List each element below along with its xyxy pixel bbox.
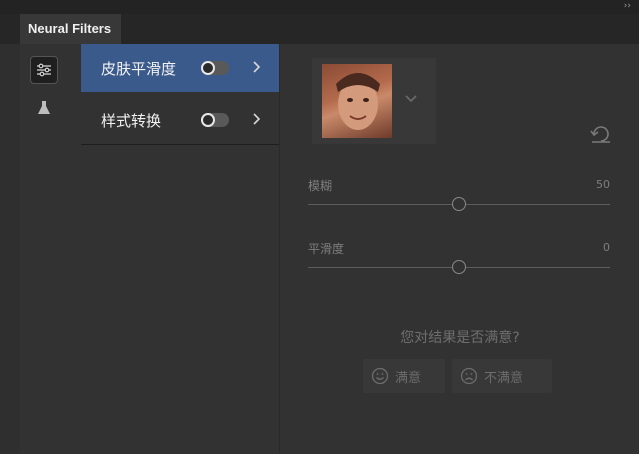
reference-image-selector[interactable] bbox=[312, 58, 436, 144]
filter-item-skin-smoothing[interactable]: 皮肤平滑度 bbox=[81, 44, 279, 92]
filter-list-divider bbox=[81, 144, 279, 145]
chevron-down-icon[interactable] bbox=[404, 94, 418, 104]
filter-list: 皮肤平滑度 样式转换 bbox=[81, 44, 279, 144]
flask-icon bbox=[38, 101, 50, 114]
panel-separator bbox=[279, 44, 280, 454]
style-transfer-toggle[interactable] bbox=[201, 113, 229, 127]
frown-icon bbox=[460, 367, 478, 385]
slider-value-smoothness: 0 bbox=[603, 241, 610, 254]
slider-label-blur: 模糊 bbox=[308, 179, 333, 193]
filter-label: 样式转换 bbox=[101, 111, 162, 130]
filter-item-style-transfer[interactable]: 样式转换 bbox=[81, 96, 279, 144]
slider-value-blur: 50 bbox=[596, 178, 610, 191]
chevron-right-icon[interactable] bbox=[247, 57, 267, 77]
sliders-tool-button[interactable] bbox=[30, 56, 58, 84]
face-thumbnail bbox=[322, 64, 392, 138]
beta-tool-button[interactable] bbox=[30, 94, 58, 122]
panel-topbar: ›› bbox=[0, 0, 639, 14]
chevron-right-icon[interactable] bbox=[247, 109, 267, 129]
feedback-question: 您对结果是否满意? bbox=[400, 330, 520, 346]
skin-smoothing-toggle[interactable] bbox=[201, 61, 229, 75]
slider-label-smoothness: 平滑度 bbox=[308, 242, 345, 256]
smile-icon bbox=[371, 367, 389, 385]
slider-thumb-smoothness[interactable] bbox=[452, 260, 466, 274]
slider-thumb-blur[interactable] bbox=[452, 197, 466, 211]
sliders-icon bbox=[37, 63, 51, 77]
satisfied-label: 满意 bbox=[395, 370, 422, 386]
collapse-panel-icon[interactable]: ›› bbox=[624, 0, 631, 12]
toggle-knob bbox=[201, 61, 215, 75]
reset-icon[interactable] bbox=[590, 125, 612, 143]
tool-strip bbox=[20, 44, 80, 454]
unsatisfied-button[interactable]: 不满意 bbox=[452, 359, 552, 393]
satisfied-button[interactable]: 满意 bbox=[363, 359, 445, 393]
toggle-knob bbox=[201, 113, 215, 127]
tab-neural-filters[interactable]: Neural Filters bbox=[20, 14, 121, 44]
unsatisfied-label: 不满意 bbox=[484, 370, 524, 386]
filter-label: 皮肤平滑度 bbox=[101, 59, 177, 78]
